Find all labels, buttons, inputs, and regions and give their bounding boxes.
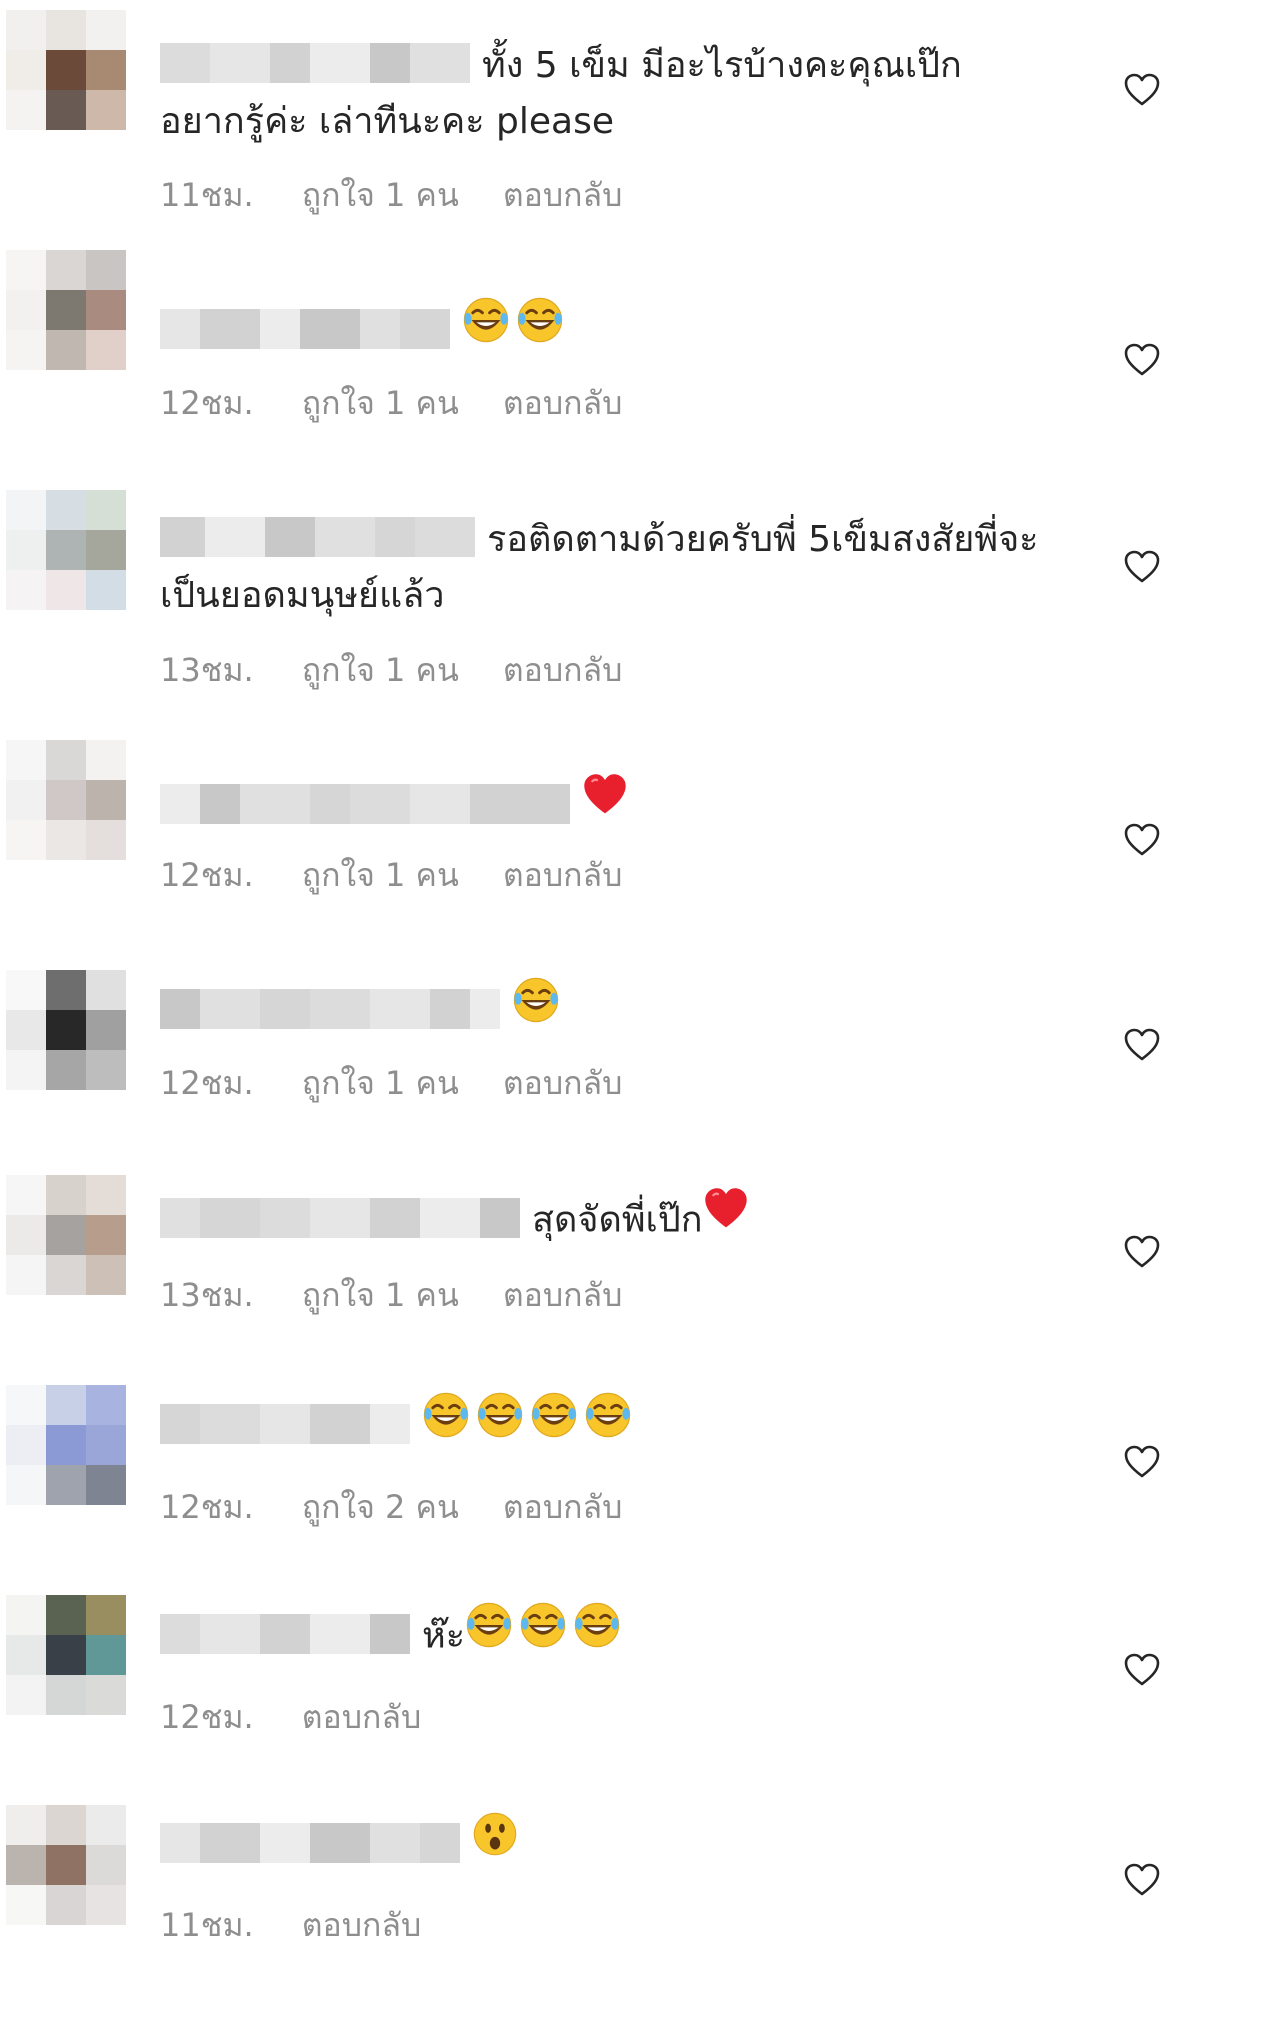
reply-button[interactable]: ตอบกลับ [302,1906,422,1944]
surprised-emoji-icon [472,1811,518,1874]
comment-meta: 11ชม. ตอบกลับ [160,1900,465,1951]
avatar[interactable] [6,1805,126,1925]
comment-line [160,1812,1130,1878]
comment-row: 11ชม. ตอบกลับ [0,0,1280,2024]
heart-outline-icon[interactable] [1122,1860,1162,1900]
comments-list: ทั้ง 5 เข็ม มีอะไรบ้างคะคุณเป๊ก อยากรู้ค่… [0,0,1280,2024]
username-link[interactable] [160,1822,460,1863]
timestamp: 11ชม. [160,1906,254,1944]
comment-body [160,1812,1130,1878]
